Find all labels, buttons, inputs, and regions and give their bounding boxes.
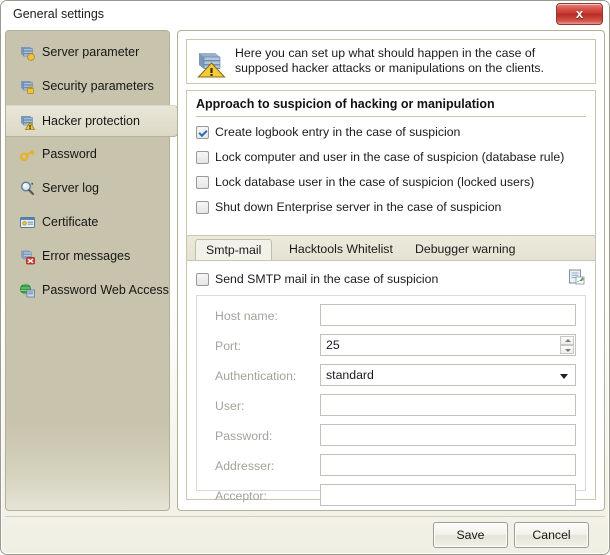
sidebar-item-certificate[interactable]: Certificate	[6, 207, 171, 239]
server-warning-icon	[19, 113, 36, 130]
user-input[interactable]	[320, 394, 576, 416]
checkbox-label: Lock computer and user in the case of su…	[215, 150, 565, 164]
field-row-password: Password:	[197, 424, 587, 448]
smtp-fields-box: Host name: Port: 25 Authentication: stan…	[196, 295, 587, 506]
approach-title: Approach to suspicion of hacking or mani…	[196, 97, 495, 111]
addresser-label: Addresser:	[215, 459, 275, 473]
password-label: Password:	[215, 429, 273, 443]
tab-smtp-mail[interactable]: Smtp-mail	[195, 239, 273, 262]
password-input[interactable]	[320, 424, 576, 446]
send-test-mail-icon[interactable]	[568, 268, 585, 285]
sidebar-item-server-parameter[interactable]: Server parameter	[6, 37, 171, 69]
checkbox-label: Send SMTP mail in the case of suspicion	[215, 272, 439, 286]
checkbox-lock-computer-and-user[interactable]	[196, 151, 209, 164]
checkbox-create-logbook-entry[interactable]	[196, 126, 209, 139]
tab-strip: Smtp-mail Hacktools Whitelist Debugger w…	[186, 235, 596, 262]
checkbox-label: Shut down Enterprise server in the case …	[215, 200, 502, 214]
sidebar-item-label: Hacker protection	[42, 114, 140, 128]
magnifier-icon	[19, 180, 36, 197]
server-icon	[19, 44, 36, 61]
chevron-down-icon	[560, 374, 568, 379]
sidebar-item-label: Password Web Access	[42, 283, 169, 297]
port-stepper[interactable]	[560, 336, 574, 354]
field-row-host-name: Host name:	[197, 304, 587, 328]
port-label: Port:	[215, 339, 241, 353]
field-row-acceptor: Acceptor:	[197, 484, 587, 508]
footer-divider	[5, 516, 605, 517]
info-banner-text: Here you can set up what should happen i…	[235, 46, 544, 75]
sidebar-item-label: Security parameters	[42, 79, 154, 93]
user-label: User:	[215, 399, 245, 413]
close-icon: x	[575, 6, 584, 21]
sidebar-item-label: Error messages	[42, 249, 131, 263]
sidebar-item-server-log[interactable]: Server log	[6, 173, 171, 205]
field-row-port: Port: 25	[197, 334, 587, 358]
info-banner: Here you can set up what should happen i…	[186, 39, 596, 84]
dialog-body: Server parameter Security parameters Hac…	[5, 30, 605, 548]
port-input[interactable]: 25	[320, 334, 576, 356]
window-title: General settings	[13, 7, 105, 21]
field-row-authentication: Authentication: standard	[197, 364, 587, 388]
server-lock-icon	[19, 78, 36, 95]
host-name-input[interactable]	[320, 304, 576, 326]
field-row-addresser: Addresser:	[197, 454, 587, 478]
sidebar-item-security-parameters[interactable]: Security parameters	[6, 71, 171, 103]
approach-divider	[196, 116, 586, 117]
checkbox-shut-down-enterprise-server[interactable]	[196, 201, 209, 214]
host-name-label: Host name:	[215, 309, 278, 323]
authentication-label: Authentication:	[215, 369, 297, 383]
authentication-select[interactable]: standard	[320, 364, 576, 386]
sidebar-item-label: Certificate	[42, 215, 99, 229]
sidebar-item-label: Server log	[42, 181, 99, 195]
chevron-up-icon[interactable]	[560, 336, 574, 345]
server-warning-icon	[196, 48, 226, 78]
sidebar-item-label: Server parameter	[42, 45, 140, 59]
sidebar: Server parameter Security parameters Hac…	[5, 30, 178, 511]
sidebar-item-label: Password	[42, 147, 97, 161]
approach-group: Approach to suspicion of hacking or mani…	[186, 90, 596, 245]
sidebar-item-error-messages[interactable]: Error messages	[6, 241, 171, 273]
sidebar-item-hacker-protection[interactable]: Hacker protection	[6, 105, 178, 137]
main-panel: Here you can set up what should happen i…	[177, 30, 605, 511]
chevron-down-icon[interactable]	[560, 345, 574, 354]
general-settings-dialog: General settings x Server parameter Secu…	[0, 0, 610, 555]
field-row-user: User:	[197, 394, 587, 418]
globe-icon	[18, 282, 36, 299]
checkbox-label: Lock database user in the case of suspic…	[215, 175, 535, 189]
title-bar: General settings x	[1, 1, 609, 30]
port-value: 25	[326, 338, 340, 352]
acceptor-input[interactable]	[320, 484, 576, 506]
tab-debugger-warning[interactable]: Debugger warning	[405, 239, 526, 262]
cancel-button[interactable]: Cancel	[514, 522, 589, 548]
tab-hacktools-whitelist[interactable]: Hacktools Whitelist	[279, 239, 403, 262]
save-button[interactable]: Save	[433, 522, 508, 548]
tab-group: Smtp-mail Hacktools Whitelist Debugger w…	[186, 235, 596, 506]
addresser-input[interactable]	[320, 454, 576, 476]
key-icon	[19, 146, 36, 163]
certificate-icon	[19, 214, 36, 231]
checkbox-lock-database-user[interactable]	[196, 176, 209, 189]
error-icon	[19, 248, 36, 265]
authentication-value: standard	[326, 368, 374, 382]
sidebar-item-password-web-access[interactable]: Password Web Access	[6, 275, 171, 307]
sidebar-item-password[interactable]: Password	[6, 139, 171, 171]
checkbox-label: Create logbook entry in the case of susp…	[215, 125, 461, 139]
close-button[interactable]: x	[556, 3, 603, 25]
checkbox-send-smtp-mail[interactable]	[196, 273, 209, 286]
tab-panel-smtp-mail: Send SMTP mail in the case of suspicion	[186, 260, 596, 506]
acceptor-label: Acceptor:	[215, 489, 267, 503]
